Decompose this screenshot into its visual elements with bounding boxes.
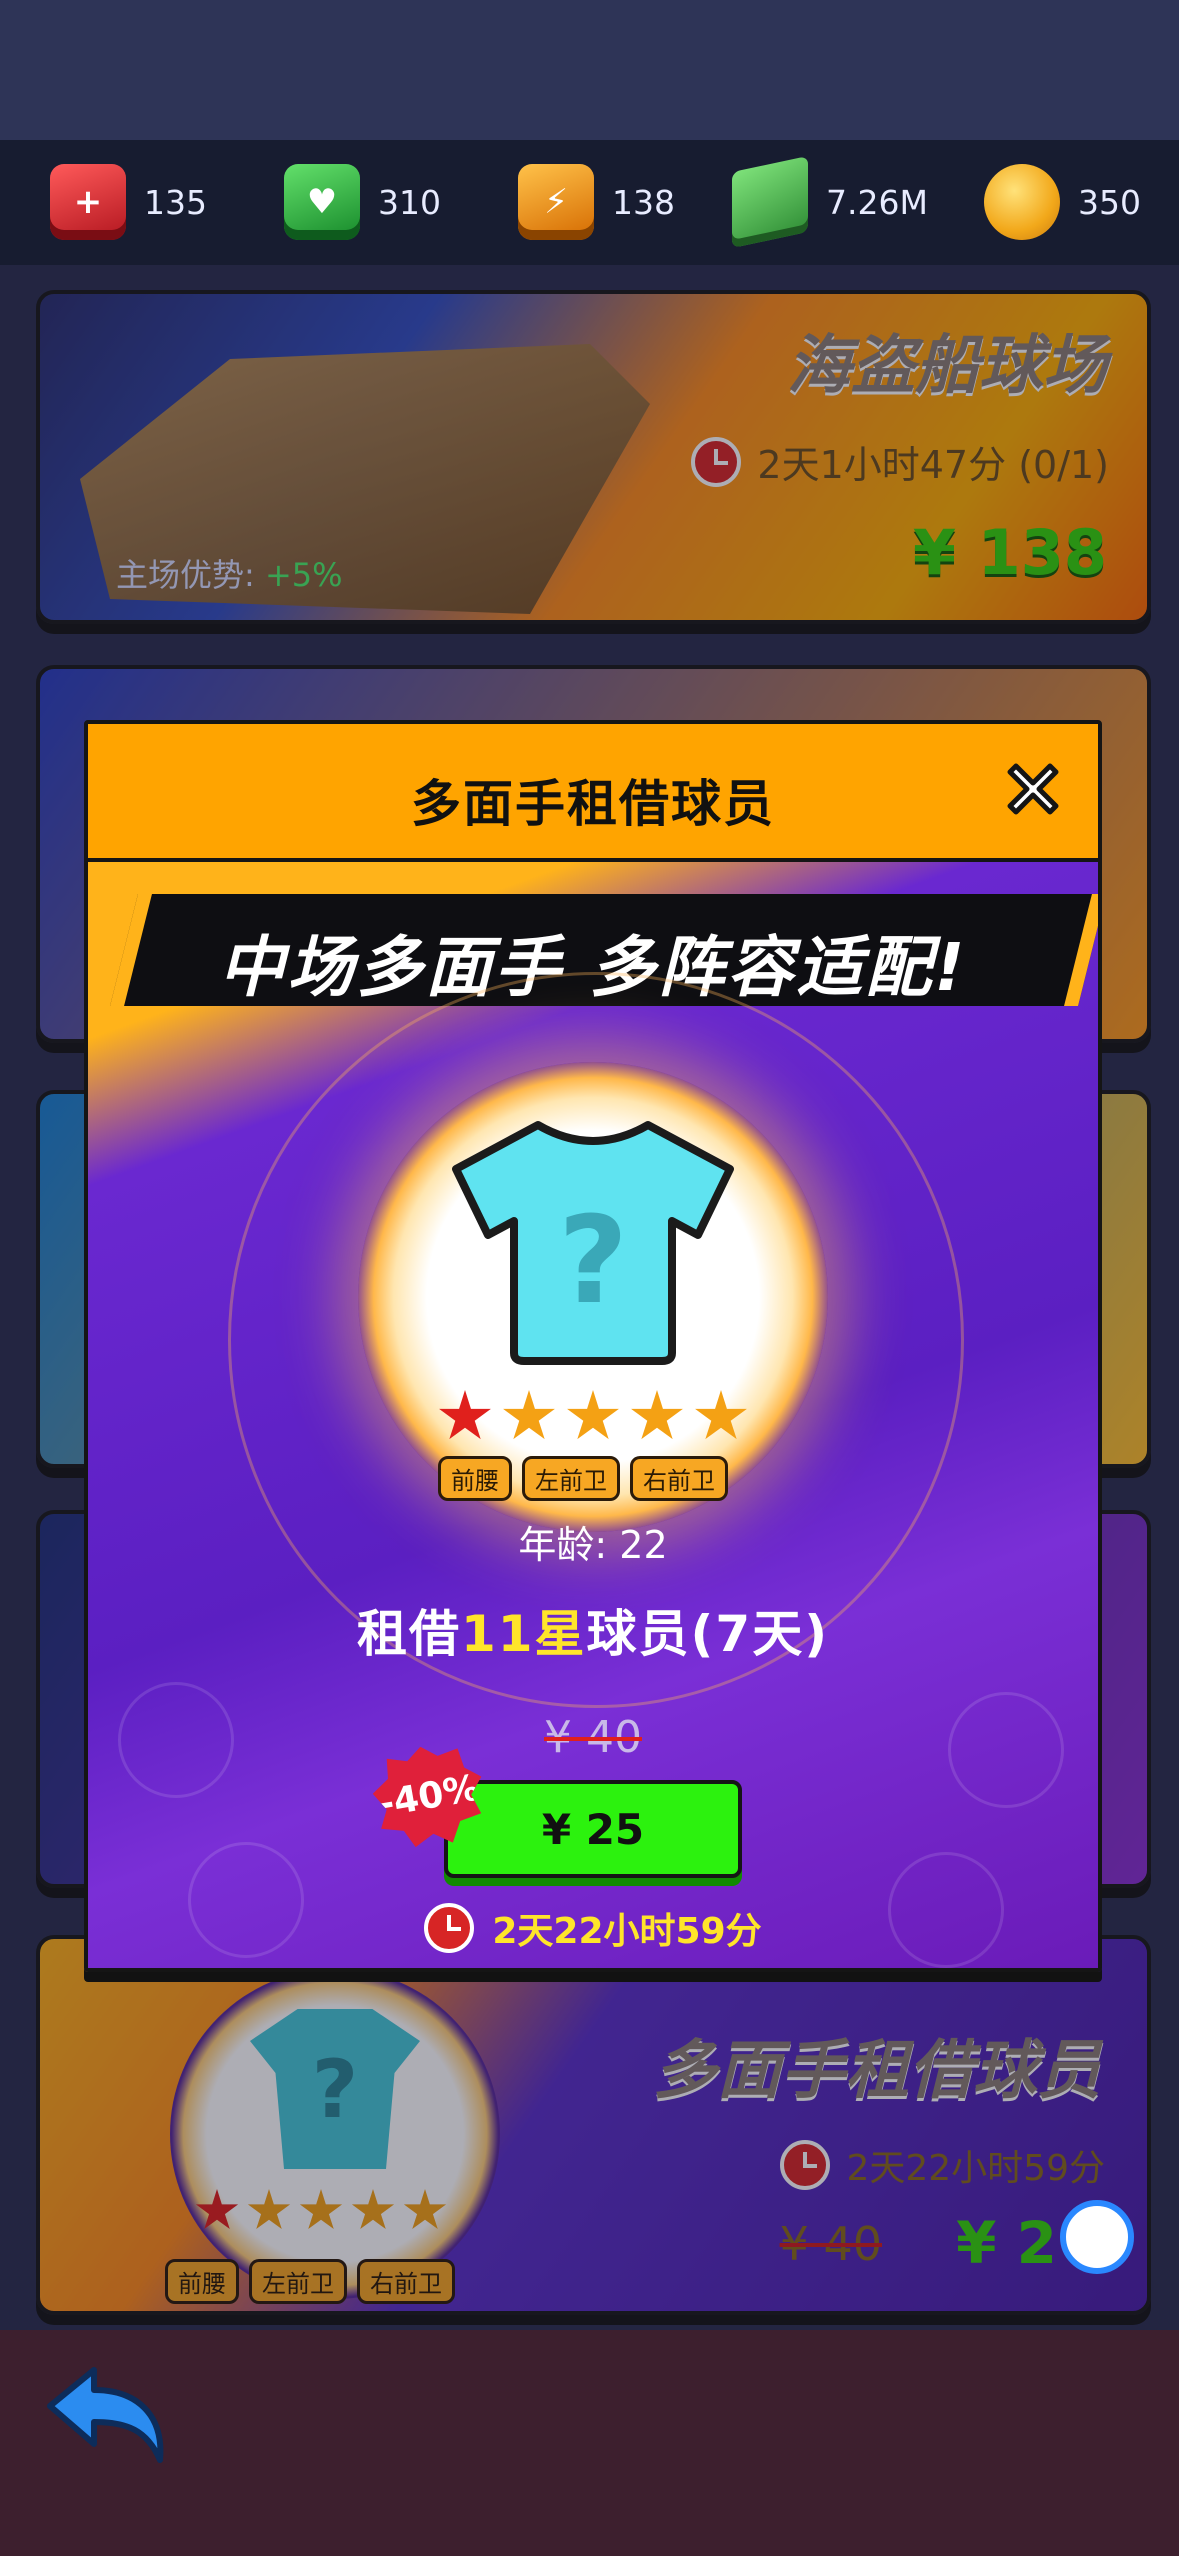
dialog-body: 中场多面手 多阵容适配! ? 前腰 左前卫 右前卫 年龄: 22 租借11星球员…: [88, 862, 1098, 1968]
star-icon: [503, 1390, 555, 1440]
offer-timer: 2天22小时59分: [88, 1902, 1098, 1954]
age-value: 22: [619, 1523, 668, 1567]
resource-value: 350: [1078, 182, 1141, 222]
top-safe-area: [0, 0, 1179, 140]
star-icon: [439, 1390, 491, 1440]
resource-value: 138: [612, 182, 675, 222]
lease-prefix: 租借: [356, 1605, 461, 1663]
star-icon: [567, 1390, 619, 1440]
star-icon: [695, 1390, 747, 1440]
close-icon[interactable]: [998, 754, 1068, 824]
mystery-question-mark: ?: [558, 1192, 628, 1331]
position-tag-lm: 左前卫: [522, 1456, 620, 1501]
heart-crate-icon: ♥: [284, 164, 360, 240]
lease-suffix: 球员(7天): [586, 1605, 830, 1663]
cash-stack-icon: [732, 155, 808, 249]
resource-health[interactable]: + 135: [50, 160, 207, 244]
dialog-title: 多面手租借球员: [411, 775, 775, 833]
discount-text: -40%: [375, 1767, 483, 1825]
stopwatch-icon[interactable]: [1060, 2200, 1134, 2274]
resource-heart[interactable]: ♥ 310: [284, 160, 441, 244]
position-tag-rm: 右前卫: [630, 1456, 728, 1501]
buy-button[interactable]: ¥ 25: [444, 1780, 742, 1878]
resource-value: 135: [144, 182, 207, 222]
bottom-bar: [0, 2330, 1179, 2556]
resource-cash[interactable]: 7.26M: [732, 155, 928, 249]
position-tags: 前腰 左前卫 右前卫: [438, 1456, 728, 1501]
lease-star-level: 11星: [460, 1605, 587, 1663]
gold-coin-icon: [984, 164, 1060, 240]
resource-value: 310: [378, 182, 441, 222]
dialog-header: 多面手租借球员: [88, 724, 1098, 862]
star-rating: [438, 1390, 748, 1444]
lease-description: 租借11星球员(7天): [88, 1594, 1098, 1666]
offer-timer-text: 2天22小时59分: [492, 1911, 762, 1952]
resource-coins[interactable]: 350: [984, 160, 1141, 244]
resource-energy[interactable]: ⚡ 138: [518, 160, 675, 244]
player-age: 年龄: 22: [88, 1514, 1098, 1569]
position-tag-cam: 前腰: [438, 1456, 512, 1501]
mystery-shirt-icon: ?: [452, 1121, 734, 1365]
resource-value: 7.26M: [826, 182, 928, 222]
health-crate-icon: +: [50, 164, 126, 240]
energy-crate-icon: ⚡: [518, 164, 594, 240]
back-arrow-icon[interactable]: [42, 2360, 172, 2470]
clock-icon: [424, 1903, 475, 1953]
star-icon: [631, 1390, 683, 1440]
age-label: 年龄:: [518, 1523, 608, 1567]
lease-player-dialog: 多面手租借球员 中场多面手 多阵容适配! ? 前腰 左前卫 右前卫 年龄: 22…: [84, 720, 1102, 1972]
original-price: ¥ 40: [544, 1712, 642, 1763]
